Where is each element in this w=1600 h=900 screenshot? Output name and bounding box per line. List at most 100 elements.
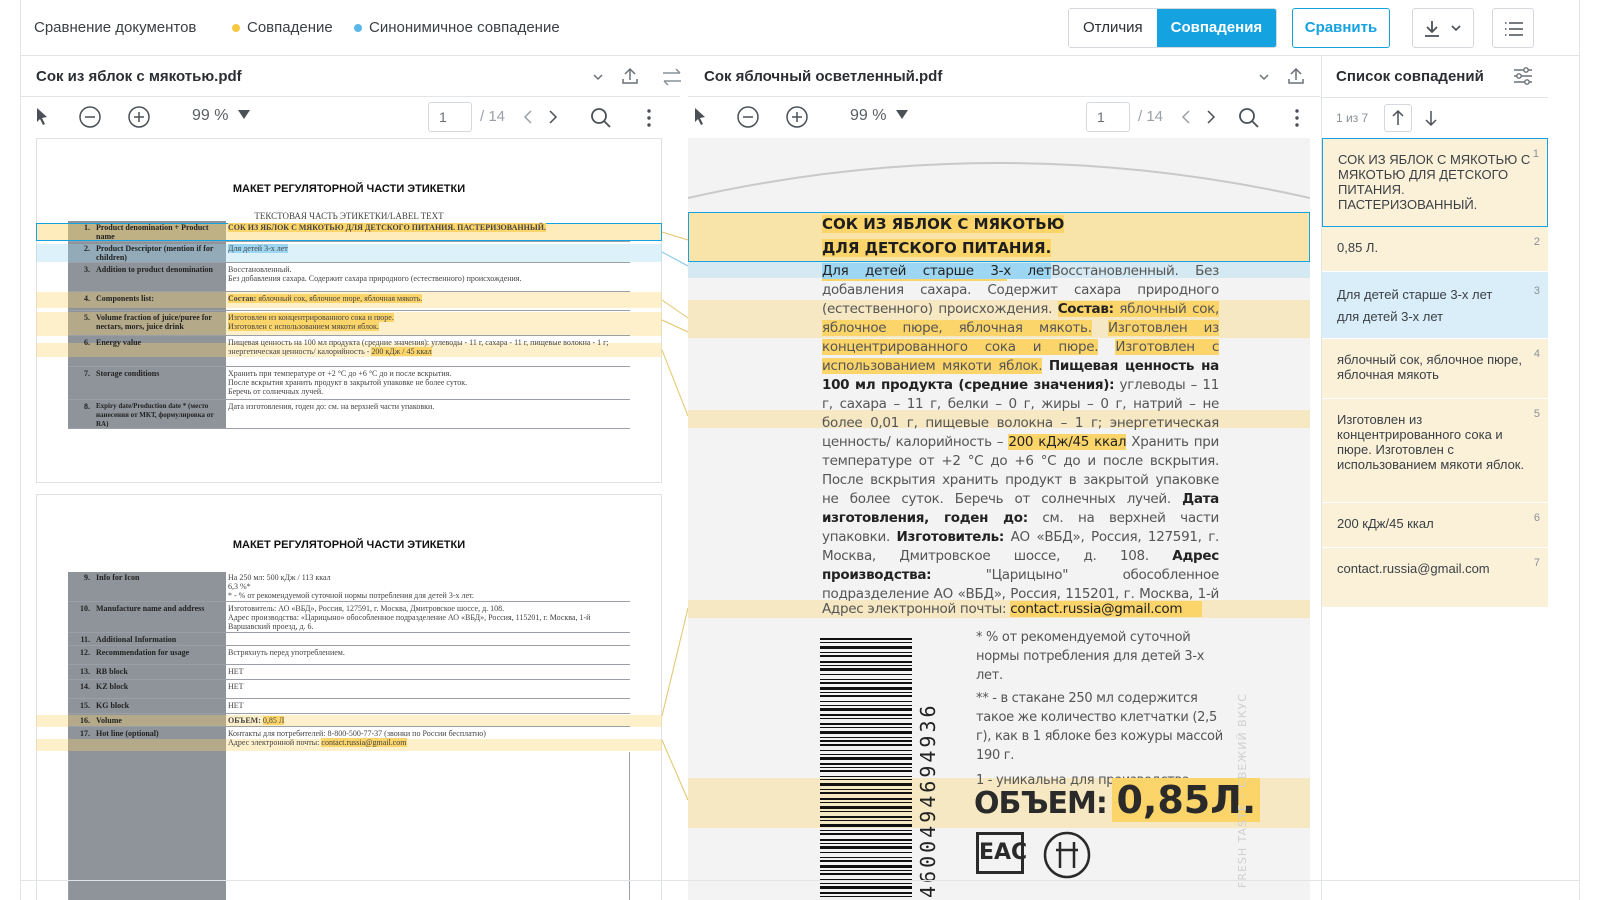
row-label: Energy value: [96, 338, 142, 347]
zoom-level[interactable]: 99 %: [850, 107, 886, 125]
match-item-7[interactable]: 7 contact.russia@gmail.com: [1322, 548, 1548, 608]
prev-match-button[interactable]: [1384, 104, 1412, 132]
match-number: 6: [1533, 512, 1540, 524]
caret-down-icon[interactable]: [896, 110, 908, 120]
search-icon[interactable]: [590, 107, 612, 129]
row-label: Expiry date/Production date * (место нан…: [96, 402, 214, 428]
highlight-match-5[interactable]: Изготовлен из концентрированного сока и …: [228, 313, 394, 322]
barcode-digits: 4600494694936: [916, 702, 940, 898]
highlight-match-1[interactable]: СОК ИЗ ЯБЛОК С МЯКОТЬЮ ДЛЯ ДЕТСКОГО ПИТА…: [228, 223, 546, 232]
upload-icon[interactable]: [1286, 66, 1306, 86]
upload-icon[interactable]: [620, 66, 640, 86]
chevron-down-icon[interactable]: [1258, 71, 1270, 83]
row-number: 1.: [84, 223, 90, 232]
value-line: После вскрытия хранить продукт в закрыто…: [228, 378, 468, 387]
caret-down-icon[interactable]: [238, 110, 250, 120]
zoom-level[interactable]: 99 %: [192, 107, 228, 125]
next-match-icon[interactable]: [1418, 105, 1444, 131]
zoom-in-icon[interactable]: [785, 105, 809, 129]
legend-synonym: Синонимичное совпадение: [354, 19, 560, 36]
row-number: 12.: [80, 648, 90, 657]
highlight-match-4[interactable]: Состав: яблочный сок, яблочное пюре, ябл…: [228, 294, 423, 303]
highlight-match-5b[interactable]: Изготовлен с использованием мякоти яблок…: [228, 322, 379, 331]
value-line: Без добавления сахара. Содержит сахара п…: [228, 274, 522, 283]
highlight-match-6[interactable]: 200 кДж/45 ккал: [1008, 434, 1126, 450]
left-file-name[interactable]: Сок из яблок с мякотью.pdf: [36, 68, 242, 85]
barcode-bar: [820, 754, 912, 755]
match-text: Для детей старше 3-х лет: [1337, 287, 1493, 302]
highlight-match-3[interactable]: Для детей 3-х лет: [228, 244, 288, 253]
match-number: 1: [1532, 148, 1539, 160]
next-page-icon[interactable]: [548, 109, 558, 125]
barcode-bar: [820, 816, 912, 818]
match-number: 2: [1533, 236, 1540, 248]
swap-icon[interactable]: [660, 66, 684, 88]
table-row: 3. Addition to product denomination Восс…: [68, 264, 630, 292]
tab-differences[interactable]: Отличия: [1069, 9, 1157, 47]
table-row: 17. Hot line (optional) Контакты для пот…: [68, 728, 630, 752]
list-view-button[interactable]: [1492, 8, 1534, 48]
compare-button[interactable]: Сравнить: [1292, 8, 1390, 48]
highlight-match-7[interactable]: contact.russia@gmail.com: [1010, 601, 1203, 617]
barcode-bar: [820, 750, 912, 751]
download-button[interactable]: [1412, 8, 1474, 48]
zoom-out-icon[interactable]: [736, 105, 760, 129]
barcode-bar: [820, 776, 912, 777]
match-item-4[interactable]: 4 яблочный сок, яблочное пюре, яблочная …: [1322, 339, 1548, 399]
match-item-2[interactable]: 2 0,85 Л.: [1322, 227, 1548, 272]
highlight-match-3[interactable]: Для детей старше 3-х лет: [822, 263, 1052, 279]
legend-match: Совпадение: [232, 19, 333, 36]
sidebar-separator: [1322, 97, 1548, 98]
filter-settings-icon[interactable]: [1512, 66, 1534, 86]
row-number: 16.: [80, 716, 90, 725]
barcode-bar: [820, 714, 912, 716]
row-number: 8.: [84, 402, 90, 411]
table-row: 15. KG block НЕТ: [68, 700, 630, 714]
search-icon[interactable]: [1238, 107, 1260, 129]
page-input[interactable]: 1: [1086, 102, 1130, 132]
row-number: 11.: [80, 635, 90, 644]
prev-page-icon[interactable]: [1181, 109, 1191, 125]
eac-mark: EAC: [976, 832, 1027, 874]
pointer-icon[interactable]: [34, 106, 50, 126]
more-icon[interactable]: [1294, 108, 1300, 128]
highlight-match-2[interactable]: 0,85 Л: [262, 716, 285, 725]
row-number: 3.: [84, 265, 90, 274]
table-row: 9. Info for Icon На 250 мл: 500 кДж / 11…: [68, 572, 630, 602]
right-file-name[interactable]: Сок яблочный осветленный.pdf: [704, 68, 942, 85]
tab-matches[interactable]: Совпадения: [1156, 9, 1277, 47]
zoom-in-icon[interactable]: [127, 105, 151, 129]
row-number: 4.: [84, 294, 90, 303]
match-item-1[interactable]: 1 СОК ИЗ ЯБЛОК С МЯКОТЬЮ С МЯКОТЬЮ ДЛЯ Д…: [1322, 138, 1548, 227]
row-label: Recommendation for usage: [96, 648, 190, 657]
zoom-out-icon[interactable]: [78, 105, 102, 129]
highlight-match-7[interactable]: contact.russia@gmail.com: [321, 738, 407, 747]
row-value: НЕТ: [228, 667, 244, 676]
match-number: 5: [1533, 408, 1540, 420]
highlight-match-6[interactable]: 200 кДж / 45 ккал: [371, 347, 432, 356]
volume-block: ОБЪЕМ: 0,85Л.: [974, 778, 1261, 822]
row-value: Пищевая ценность на 100 мл продукта (сре…: [228, 338, 628, 356]
prev-page-icon[interactable]: [523, 109, 533, 125]
row-label: Volume fraction of juice/puree for necta…: [96, 313, 212, 331]
match-item-5[interactable]: 5 Изготовлен из концентрированного сока …: [1322, 399, 1548, 503]
row-value: Изготовитель: АО «ВБД», Россия, 127591, …: [228, 604, 628, 631]
barcode-bar: [820, 770, 912, 772]
row-number: 17.: [80, 729, 90, 738]
match-item-3[interactable]: 3 Для детей старше 3-х лет для детей 3-х…: [1322, 272, 1548, 339]
barcode-bar: [820, 652, 912, 653]
right-page-label: СОК ИЗ ЯБЛОК С МЯКОТЬЮ ДЛЯ ДЕТСКОГО ПИТА…: [688, 138, 1310, 900]
more-icon[interactable]: [646, 108, 652, 128]
page-input[interactable]: 1: [428, 102, 472, 132]
barcode-bar: [820, 679, 912, 680]
next-page-icon[interactable]: [1206, 109, 1216, 125]
barcode-bar: [820, 865, 912, 868]
chevron-down-icon[interactable]: [592, 71, 604, 83]
match-item-6[interactable]: 6 200 кДж/45 ккал: [1322, 503, 1548, 548]
match-text: 0,85 Л.: [1337, 240, 1379, 255]
barcode-bar: [820, 701, 912, 702]
email-line: Адрес электронной почты: contact.russia@…: [822, 600, 1219, 619]
pointer-icon[interactable]: [692, 106, 708, 126]
row-label: Product denomination + Product name: [96, 223, 209, 241]
page-title: МАКЕТ РЕГУЛЯТОРНОЙ ЧАСТИ ЭТИКЕТКИ: [232, 539, 466, 551]
